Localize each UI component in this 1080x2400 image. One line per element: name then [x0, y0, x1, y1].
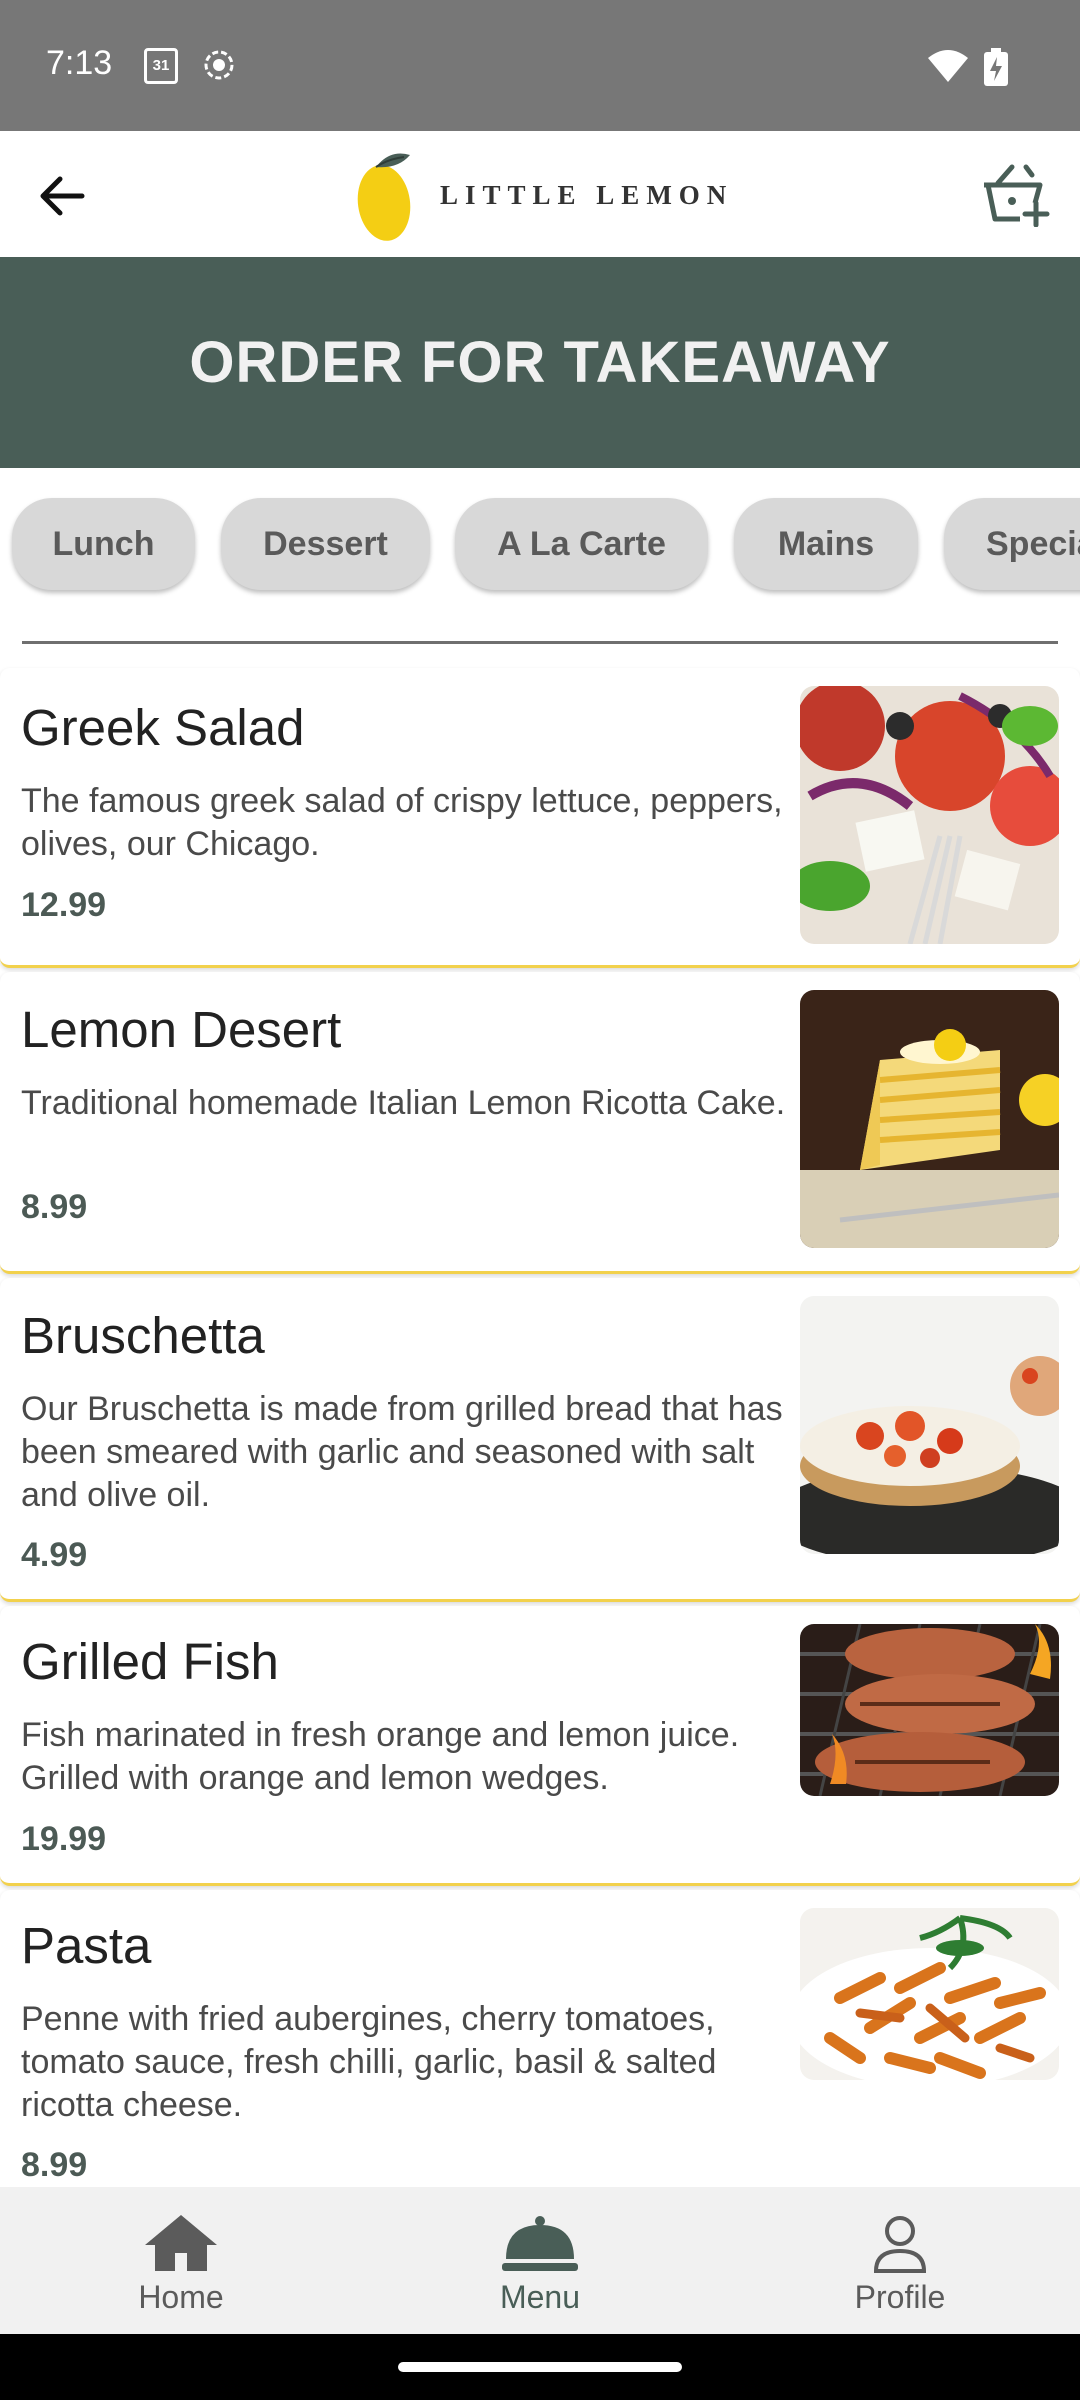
dish-price: 8.99 — [21, 2146, 88, 2184]
calendar-icon: 31 — [144, 48, 178, 84]
dish-description: The famous greek salad of crispy lettuce… — [21, 782, 783, 863]
home-icon — [145, 2215, 217, 2271]
dish-description: Penne with fried aubergines, cherry toma… — [21, 2000, 717, 2124]
page-title: ORDER FOR TAKEAWAY — [189, 330, 891, 395]
dish-name: Bruschetta — [21, 1307, 265, 1364]
pasta-image — [800, 1908, 1059, 2080]
nav-item-home[interactable]: Home — [61, 2187, 301, 2334]
nav-label-home: Home — [138, 2279, 224, 2315]
arrow-back-icon[interactable] — [34, 168, 90, 224]
greek-salad-image — [800, 686, 1059, 944]
menu-item-pasta[interactable]: Pasta Penne with fried aubergines, cherr… — [0, 1890, 1080, 2187]
category-chip-dessert[interactable]: Dessert — [221, 498, 430, 590]
logo-text: LITTLE LEMON — [440, 179, 734, 210]
nav-item-menu[interactable]: Menu — [420, 2187, 660, 2334]
nav-item-profile[interactable]: Profile — [780, 2187, 1020, 2334]
dish-description: Traditional homemade Italian Lemon Ricot… — [21, 1084, 786, 1122]
basket-add-icon[interactable] — [980, 161, 1052, 227]
dish-name: Pasta — [21, 1917, 152, 1974]
status-time: 7:13 — [46, 44, 113, 82]
top-app-bar: LITTLE LEMON — [0, 131, 1080, 257]
divider — [22, 641, 1058, 644]
menu-item-lemon-desert[interactable]: Lemon Desert Traditional homemade Italia… — [0, 972, 1080, 1274]
category-chip-lunch[interactable]: Lunch — [12, 498, 195, 590]
category-chip-a-la-carte[interactable]: A La Carte — [455, 498, 708, 590]
dish-price: 4.99 — [21, 1536, 88, 1574]
lemon-cake-image — [800, 990, 1059, 1248]
person-icon — [873, 2216, 927, 2273]
category-chip-mains[interactable]: Mains — [734, 498, 918, 590]
dish-description: Our Bruschetta is made from grilled brea… — [21, 1390, 783, 1514]
battery-charging-icon — [984, 48, 1008, 86]
bottom-navigation: Home Menu Profile — [0, 2187, 1080, 2334]
nav-label-menu: Menu — [499, 2279, 581, 2315]
menu-item-grilled-fish[interactable]: Grilled Fish Fish marinated in fresh ora… — [0, 1606, 1080, 1886]
dish-name: Greek Salad — [21, 699, 305, 756]
status-bar: 7:13 31 — [0, 0, 1080, 131]
cloche-icon — [502, 2216, 578, 2271]
lemon-icon — [357, 153, 411, 241]
menu-list: Greek Salad The famous greek salad of cr… — [0, 660, 1080, 2187]
dish-price: 12.99 — [21, 886, 107, 924]
little-lemon-logo: LITTLE LEMON — [354, 145, 733, 245]
hero-banner: ORDER FOR TAKEAWAY — [0, 257, 1080, 468]
bruschetta-image — [800, 1296, 1059, 1554]
wifi-icon — [928, 50, 968, 82]
gesture-handle[interactable] — [398, 2362, 682, 2372]
menu-item-bruschetta[interactable]: Bruschetta Our Bruschetta is made from g… — [0, 1278, 1080, 1602]
dish-description: Fish marinated in fresh orange and lemon… — [21, 1716, 740, 1797]
menu-item-greek-salad[interactable]: Greek Salad The famous greek salad of cr… — [0, 668, 1080, 968]
dish-name: Lemon Desert — [21, 1001, 342, 1058]
category-chip-specials[interactable]: Specia — [944, 498, 1080, 590]
screen-record-icon — [204, 50, 234, 80]
dish-name: Grilled Fish — [21, 1633, 279, 1690]
nav-label-profile: Profile — [854, 2279, 946, 2315]
grilled-fish-image — [800, 1624, 1059, 1796]
category-chips: Lunch Dessert A La Carte Mains Specia — [0, 468, 1080, 620]
dish-price: 8.99 — [21, 1188, 88, 1226]
dish-price: 19.99 — [21, 1820, 107, 1858]
